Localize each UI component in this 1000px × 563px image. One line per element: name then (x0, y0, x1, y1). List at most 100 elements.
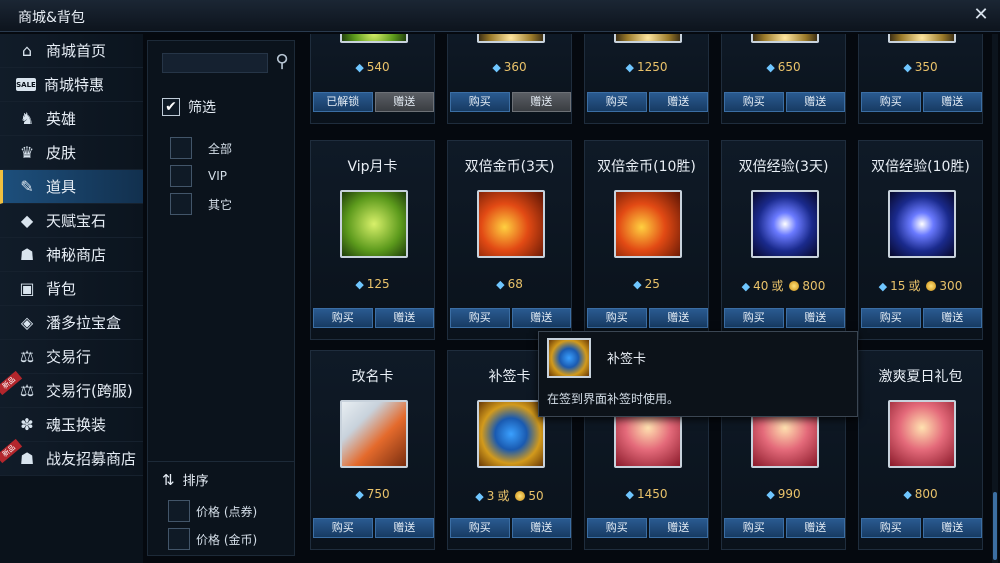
gift-button[interactable]: 赠送 (511, 308, 571, 328)
item-card[interactable]: 激爽夏日礼包 ◆ 800 购买 赠送 (858, 350, 983, 550)
gift-button[interactable]: 赠送 (374, 518, 434, 538)
item-card[interactable]: 双倍金币(3天) ◆ 68 购买 赠送 (447, 140, 572, 340)
gift-button[interactable]: 赠送 (374, 308, 434, 328)
diamond-price: 350 (914, 60, 938, 74)
checkbox[interactable] (168, 500, 190, 522)
buy-button[interactable]: 购买 (587, 518, 647, 538)
sidebar-item-label: 皮肤 (46, 144, 77, 162)
gift-button[interactable]: 赠送 (922, 92, 982, 112)
sidebar-item-mystery-shop[interactable]: ☗ 神秘商店 (0, 238, 143, 272)
sidebar-item-home[interactable]: ⌂ 商城首页 (0, 34, 143, 68)
checkbox[interactable] (170, 137, 192, 159)
card-buttons: 购买 赠送 (450, 518, 571, 538)
sidebar-item-label: 道具 (46, 178, 77, 196)
filter-checkbox[interactable]: ✔ (162, 98, 180, 116)
item-card[interactable]: ◆ 540 已解锁 赠送 (310, 34, 435, 124)
item-price: ◆ 125 (311, 277, 434, 291)
unlocked-button[interactable]: 已解锁 (313, 92, 373, 112)
diamond-icon: ◆ (625, 488, 634, 501)
sort-icon: ⇅ (162, 470, 175, 489)
gift-button[interactable]: 赠送 (785, 308, 845, 328)
sidebar-item-gem[interactable]: ◆ 天赋宝石 (0, 204, 143, 238)
gift-button[interactable]: 赠送 (922, 308, 982, 328)
diamond-icon: ◆ (475, 490, 484, 503)
item-card[interactable]: ◆ 360 购买 赠送 (447, 34, 572, 124)
buy-button[interactable]: 购买 (450, 518, 510, 538)
sort-option-price-gold[interactable]: 价格 (金币) (168, 528, 257, 550)
buy-button[interactable]: 购买 (587, 308, 647, 328)
close-icon[interactable]: ✕ (970, 3, 992, 27)
checkbox[interactable] (170, 193, 192, 215)
buy-button[interactable]: 购买 (450, 92, 510, 112)
sidebar-item-trade[interactable]: ⚖ 交易行 (0, 340, 143, 374)
item-image (614, 34, 682, 43)
item-card[interactable]: 双倍经验(10胜) ◆ 15 或 300 购买 赠送 (858, 140, 983, 340)
buy-button[interactable]: 购买 (450, 308, 510, 328)
item-card[interactable]: ◆ 650 购买 赠送 (721, 34, 846, 124)
scrollbar-thumb[interactable] (993, 492, 997, 560)
filter-heading[interactable]: ✔ 筛选 (162, 97, 216, 117)
diamond-icon: ◆ (625, 61, 634, 74)
filter-panel: ⚲ ✔ 筛选 全部 VIP 其它 ⇅ 排序 价格 (点券) 价格 (金币) (147, 40, 295, 556)
gift-button[interactable]: 赠送 (648, 518, 708, 538)
sidebar-item-hero[interactable]: ♞ 英雄 (0, 102, 143, 136)
sidebar-item-sale[interactable]: SALE 商城特惠 (0, 68, 143, 102)
item-card[interactable]: 双倍金币(10胜) ◆ 25 购买 赠送 (584, 140, 709, 340)
filter-option-all[interactable]: 全部 (170, 137, 232, 159)
item-card[interactable]: 改名卡 ◆ 750 购买 赠送 (310, 350, 435, 550)
sort-option-price-points[interactable]: 价格 (点券) (168, 500, 257, 522)
gift-button[interactable]: 赠送 (648, 92, 708, 112)
scrollbar[interactable] (992, 34, 998, 563)
item-card[interactable]: 双倍经验(3天) ◆ 40 或 800 购买 赠送 (721, 140, 846, 340)
diamond-price: 68 (507, 277, 523, 291)
buy-button[interactable]: 购买 (724, 92, 784, 112)
sidebar-item-item[interactable]: ✎ 道具 (0, 170, 143, 204)
gold-price: 50 (528, 489, 544, 503)
filter-option-other[interactable]: 其它 (170, 193, 232, 215)
option-label: 全部 (208, 141, 233, 156)
buy-button[interactable]: 购买 (861, 518, 921, 538)
gift-button[interactable]: 赠送 (374, 92, 434, 112)
gift-button[interactable]: 赠送 (922, 518, 982, 538)
item-image (751, 34, 819, 43)
item-image (751, 190, 819, 258)
pandora-box-icon: ◈ (20, 313, 34, 332)
item-image (888, 190, 956, 258)
search-icon[interactable]: ⚲ (271, 51, 293, 73)
sidebar-item-label: 战友招募商店 (46, 450, 137, 468)
buy-button[interactable]: 购买 (587, 92, 647, 112)
sidebar-item-recruit-shop[interactable]: ☗ 战友招募商店 新品 (0, 438, 143, 476)
checkbox[interactable] (168, 528, 190, 550)
search-input[interactable] (162, 53, 268, 73)
filter-title: 筛选 (188, 100, 216, 116)
sidebar-item-backpack[interactable]: ▣ 背包 (0, 272, 143, 306)
sort-label: 价格 (点券) (196, 504, 258, 519)
sidebar-item-soul-jade[interactable]: ✽ 魂玉换装 (0, 408, 143, 442)
buy-button[interactable]: 购买 (724, 518, 784, 538)
diamond-price: 40 (753, 279, 769, 293)
checkbox[interactable] (170, 165, 192, 187)
buy-button[interactable]: 购买 (861, 308, 921, 328)
sidebar-item-label: 天赋宝石 (46, 212, 107, 230)
gift-button[interactable]: 赠送 (785, 518, 845, 538)
item-card[interactable]: Vip月卡 ◆ 125 购买 赠送 (310, 140, 435, 340)
gift-button[interactable]: 赠送 (648, 308, 708, 328)
sidebar-item-trade-cross[interactable]: ⚖ 交易行(跨服) 新品 (0, 370, 143, 408)
gift-button[interactable]: 赠送 (785, 92, 845, 112)
filter-option-vip[interactable]: VIP (170, 165, 227, 187)
card-buttons: 购买 赠送 (587, 92, 708, 112)
card-buttons: 购买 赠送 (450, 92, 571, 112)
buy-button[interactable]: 购买 (861, 92, 921, 112)
gift-button[interactable]: 赠送 (511, 92, 571, 112)
sidebar-item-skin[interactable]: ♛ 皮肤 (0, 136, 143, 170)
gift-button[interactable]: 赠送 (511, 518, 571, 538)
diamond-icon: ◆ (355, 488, 364, 501)
diamond-price: 990 (777, 487, 801, 501)
sort-label: 价格 (金币) (196, 532, 258, 547)
sidebar-item-pandora-box[interactable]: ◈ 潘多拉宝盒 (0, 306, 143, 340)
item-card[interactable]: ◆ 350 购买 赠送 (858, 34, 983, 124)
buy-button[interactable]: 购买 (313, 518, 373, 538)
item-card[interactable]: ◆ 1250 购买 赠送 (584, 34, 709, 124)
buy-button[interactable]: 购买 (724, 308, 784, 328)
buy-button[interactable]: 购买 (313, 308, 373, 328)
